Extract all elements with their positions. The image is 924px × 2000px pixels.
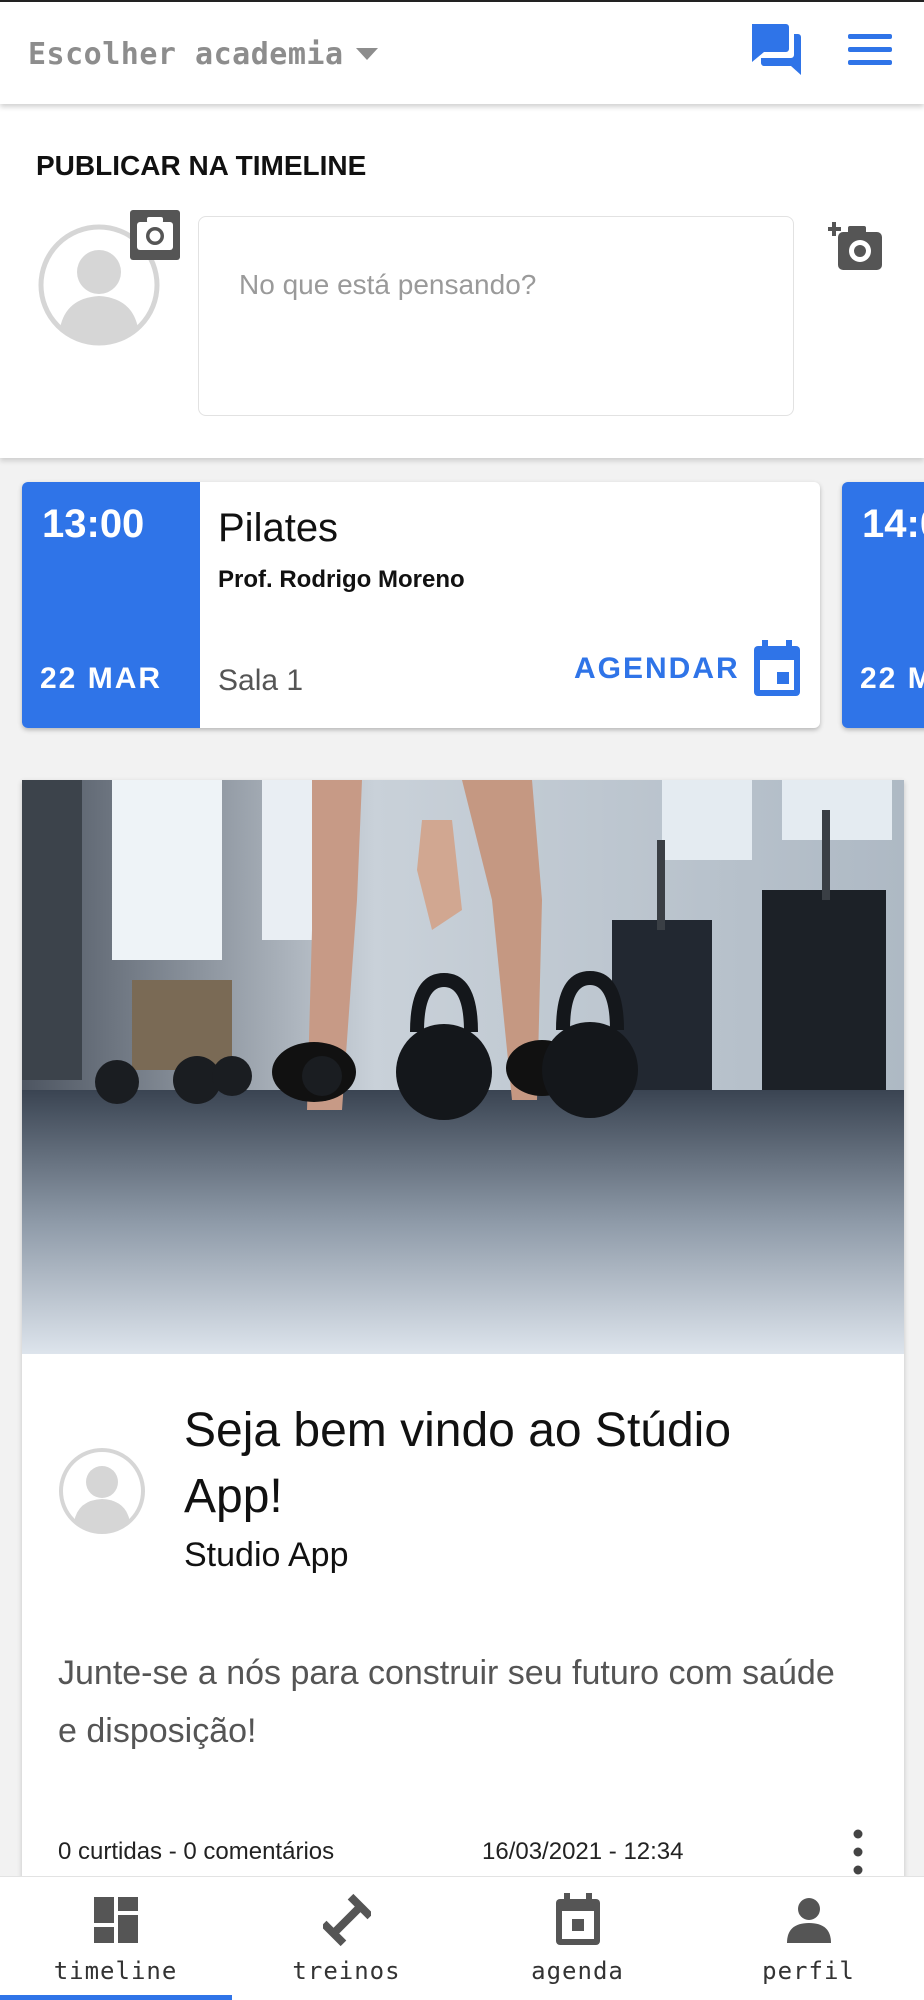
post-stats[interactable]: 0 curtidas - 0 comentários (58, 1838, 334, 1866)
class-name: Pilates (218, 506, 339, 550)
post-input-placeholder: No que está pensando? (239, 269, 537, 300)
class-date: 22 MAR (40, 662, 163, 695)
publish-title: PUBLICAR NA TIMELINE (36, 150, 367, 181)
post-author-avatar[interactable] (58, 1440, 146, 1542)
post-image (22, 780, 904, 1354)
post-title: Seja bem vindo ao Stúdio App! (184, 1404, 732, 1523)
add-photo-icon[interactable] (828, 218, 884, 274)
hamburger-menu-icon[interactable] (846, 30, 894, 70)
nav-label: agenda (531, 1957, 624, 1985)
class-card[interactable]: 13:00 22 MAR Pilates Prof. Rodrigo Moren… (22, 482, 820, 728)
dashboard-icon (94, 1897, 138, 1943)
post-author: Studio App (184, 1536, 349, 1574)
gym-selector[interactable]: Escolher academia (28, 30, 378, 78)
nav-treinos[interactable]: treinos (231, 1877, 462, 2000)
class-time: 13:00 (42, 502, 145, 546)
top-app-bar: Escolher academia (0, 0, 924, 104)
person-icon (787, 1898, 831, 1943)
bottom-navigation: timeline treinos agenda perfil (0, 1876, 924, 2000)
dropdown-caret-icon (355, 48, 378, 60)
nav-label: timeline (53, 1957, 178, 1985)
calendar-icon (556, 1893, 600, 1945)
gym-selector-label: Escolher academia (28, 36, 344, 72)
class-date: 22 M (860, 662, 924, 695)
class-room: Sala 1 (218, 664, 304, 697)
post-text: Junte-se a nós para construir seu futuro… (58, 1654, 835, 1750)
class-time-panel: 13:00 22 MAR (22, 482, 200, 728)
class-professor: Prof. Rodrigo Moreno (218, 566, 465, 593)
dumbbell-icon (323, 1893, 371, 1947)
nav-label: treinos (292, 1957, 401, 1985)
post-date: 16/03/2021 - 12:34 (482, 1838, 684, 1865)
camera-icon[interactable] (130, 210, 180, 260)
nav-timeline[interactable]: timeline (0, 1877, 231, 2000)
nav-label: perfil (762, 1957, 855, 1985)
nav-perfil[interactable]: perfil (693, 1877, 924, 2000)
post-input[interactable]: No que está pensando? (198, 216, 794, 416)
class-card-next[interactable]: 14:0 22 M (842, 482, 924, 728)
timeline-post: Seja bem vindo ao Stúdio App! Studio App… (22, 780, 904, 1900)
publish-section: PUBLICAR NA TIMELINE No que está pensand… (0, 104, 924, 458)
schedule-button[interactable]: AGENDAR (574, 652, 740, 686)
chat-icon[interactable] (748, 20, 804, 80)
nav-active-indicator (0, 1995, 232, 2000)
more-options-icon[interactable] (850, 1828, 866, 1876)
calendar-icon[interactable] (752, 640, 802, 698)
class-time: 14:0 (862, 502, 924, 546)
nav-agenda[interactable]: agenda (462, 1877, 693, 2000)
